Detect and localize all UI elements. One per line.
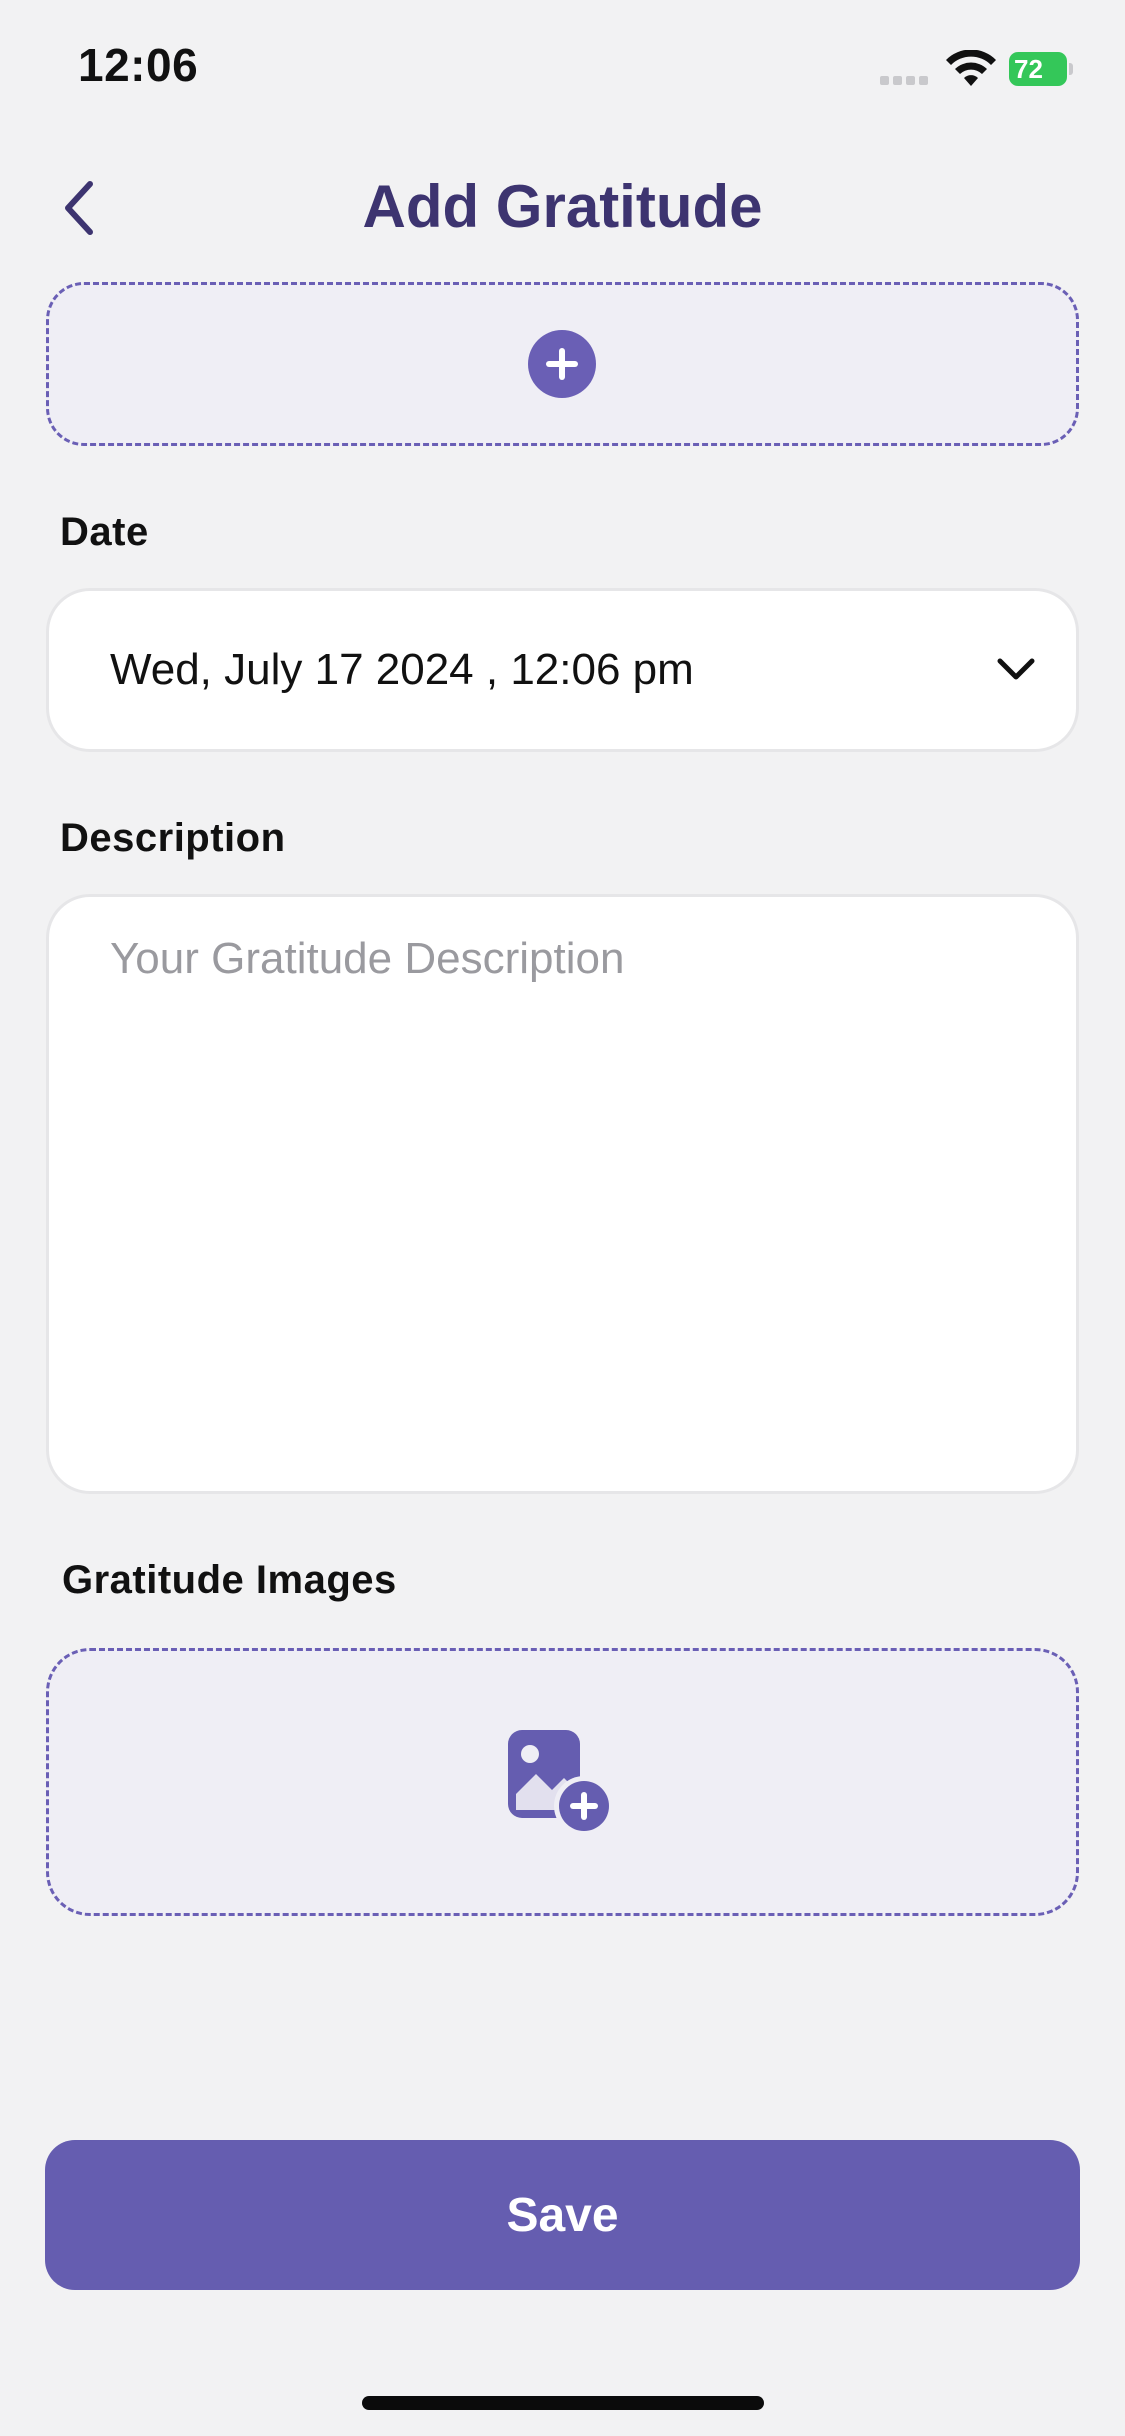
chevron-down-icon[interactable]: [994, 652, 1038, 688]
description-placeholder[interactable]: Your Gratitude Description: [110, 934, 624, 984]
cellular-signal-icon: [880, 72, 932, 85]
battery-icon: 72: [1009, 52, 1073, 86]
save-button[interactable]: Save: [45, 2140, 1080, 2290]
home-indicator[interactable]: [362, 2396, 764, 2410]
date-label: Date: [60, 510, 149, 554]
add-image-icon[interactable]: [506, 1728, 618, 1838]
page-title: Add Gratitude: [362, 173, 763, 240]
wifi-icon: [946, 49, 996, 88]
plus-circle-icon[interactable]: [528, 330, 596, 398]
date-value[interactable]: Wed, July 17 2024 , 12:06 pm: [110, 645, 694, 695]
description-textarea[interactable]: [46, 894, 1079, 1494]
description-label: Description: [60, 816, 286, 860]
status-time: 12:06: [78, 39, 199, 91]
gratitude-images-label: Gratitude Images: [62, 1558, 397, 1602]
battery-level: 72: [1009, 52, 1067, 86]
